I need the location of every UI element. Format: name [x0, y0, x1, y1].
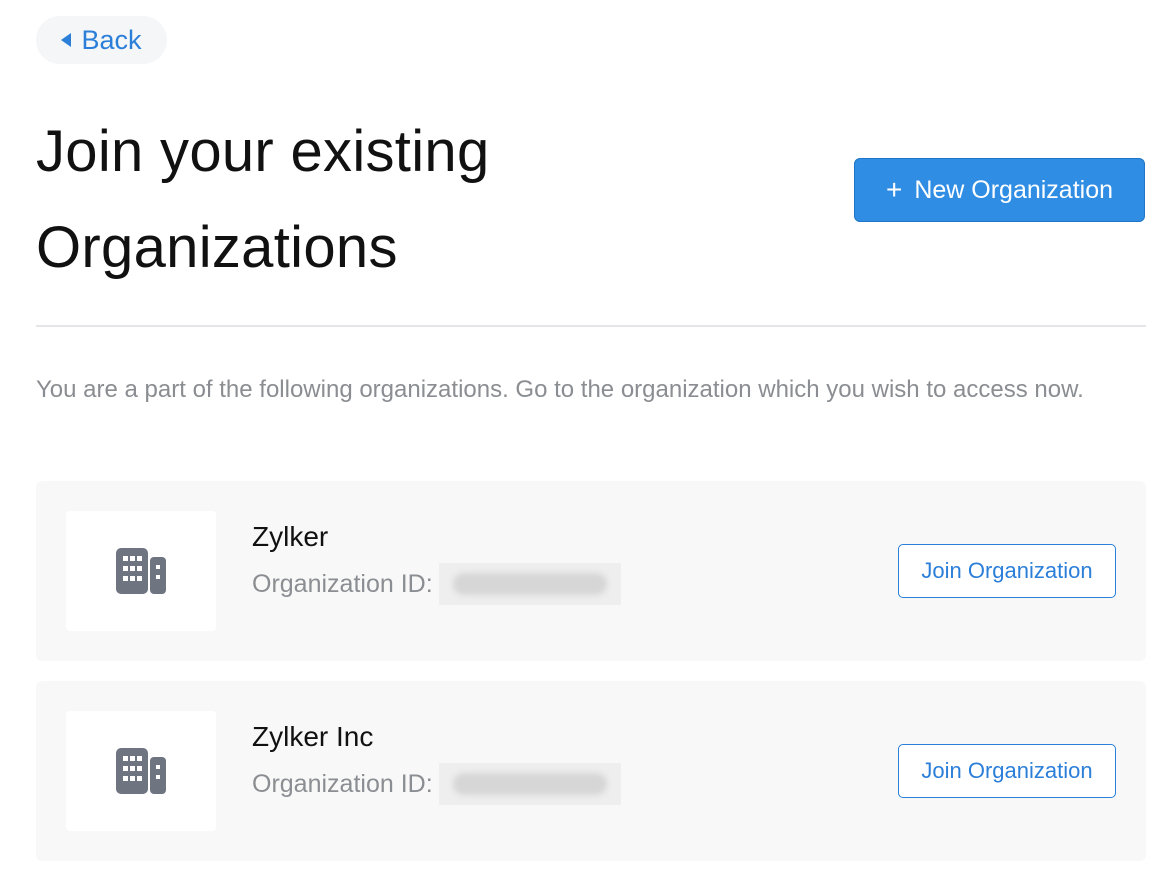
caret-left-icon — [61, 33, 72, 47]
organization-card: Zylker Organization ID: Join Organizatio… — [36, 481, 1146, 661]
organization-name: Zylker — [252, 521, 329, 552]
join-organizations-page: Back Join your existing Organizations + … — [0, 0, 1173, 891]
organization-id-label: Organization ID: — [252, 569, 433, 598]
new-organization-button[interactable]: + New Organization — [854, 158, 1145, 222]
building-icon — [116, 748, 166, 794]
organization-logo — [66, 711, 216, 831]
organization-id-redacted — [438, 563, 621, 605]
organization-id: Organization ID: — [252, 763, 621, 805]
back-button[interactable]: Back — [36, 16, 167, 64]
organization-id-redacted — [438, 763, 621, 805]
organization-logo — [66, 511, 216, 631]
plus-icon: + — [885, 174, 903, 205]
join-organization-button[interactable]: Join Organization — [898, 544, 1116, 598]
organization-id: Organization ID: — [252, 563, 621, 605]
join-organization-button[interactable]: Join Organization — [898, 744, 1116, 798]
organization-name: Zylker Inc — [252, 721, 374, 752]
divider — [36, 325, 1146, 327]
building-icon — [116, 548, 166, 594]
page-title: Join your existing Organizations — [36, 119, 490, 280]
organization-id-label: Organization ID: — [252, 769, 433, 798]
organizations-description: You are a part of the following organiza… — [36, 376, 1084, 403]
organization-card: Zylker Inc Organization ID: Join Organiz… — [36, 681, 1146, 861]
back-label: Back — [81, 24, 142, 55]
new-organization-label: New Organization — [914, 175, 1114, 204]
